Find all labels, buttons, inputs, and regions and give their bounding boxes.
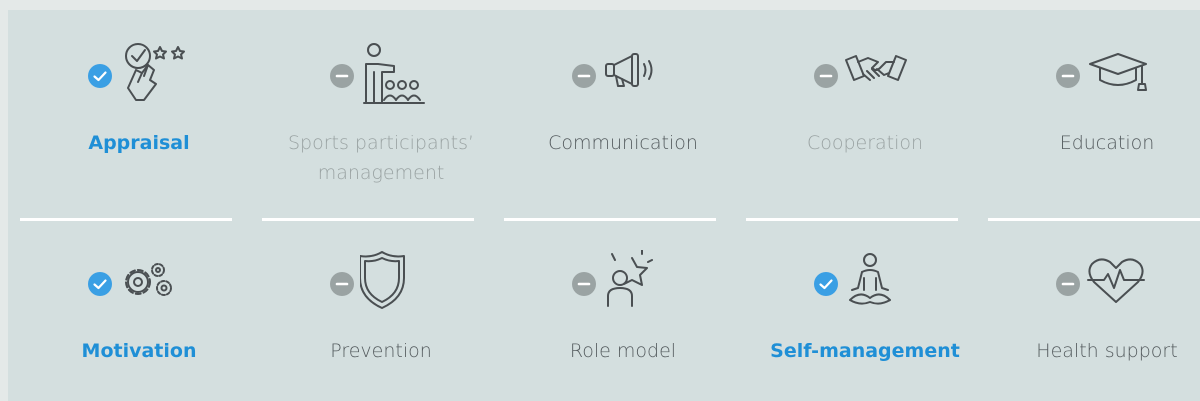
icon-row: [986, 250, 1200, 320]
item-label: Cooperation: [806, 132, 924, 154]
icon-row: [502, 249, 744, 320]
divider: [20, 218, 232, 221]
handshake-icon: [844, 42, 916, 106]
appraisal-icon: [118, 42, 190, 106]
divider: [504, 218, 716, 221]
item-label: Prevention: [330, 340, 432, 362]
icon-row: [744, 42, 986, 112]
icon-row: [18, 42, 260, 112]
icon-row: [18, 250, 260, 320]
graduation-cap-icon: [1086, 42, 1158, 106]
item-label: Education: [1059, 132, 1155, 154]
minus-icon: [572, 64, 596, 88]
item-label: Health support: [1036, 340, 1178, 362]
heart-pulse-icon: [1086, 250, 1158, 314]
shield-icon: [359, 250, 432, 314]
icon-row: [986, 42, 1200, 112]
meditation-icon: [844, 250, 916, 314]
megaphone-icon: [602, 42, 674, 106]
icon-row: [260, 250, 502, 320]
minus-icon: [330, 64, 354, 88]
minus-icon: [1056, 64, 1080, 88]
item-label: Motivation: [81, 340, 197, 362]
minus-icon: [1056, 272, 1080, 296]
presenter-icon: [360, 42, 432, 106]
check-icon: [88, 64, 112, 88]
icon-row: [260, 42, 502, 112]
item-label: Role model: [569, 340, 677, 362]
item-label: Self-management: [770, 340, 960, 362]
icon-row: [744, 250, 986, 320]
gears-icon: [118, 250, 190, 314]
minus-icon: [572, 272, 596, 296]
minus-icon: [814, 64, 838, 88]
competencies-panel: Appraisal Sports participants’ managemen…: [8, 10, 1200, 401]
minus-icon: [330, 272, 354, 296]
divider: [262, 218, 474, 221]
icon-row: [502, 42, 744, 112]
item-label: Appraisal: [88, 132, 190, 154]
divider: [988, 218, 1200, 221]
star-person-icon: [602, 249, 674, 314]
check-icon: [88, 272, 112, 296]
item-label: Communication: [548, 132, 698, 154]
divider: [746, 218, 958, 221]
check-icon: [814, 272, 838, 296]
item-label: Sports participants’ management: [287, 132, 475, 184]
